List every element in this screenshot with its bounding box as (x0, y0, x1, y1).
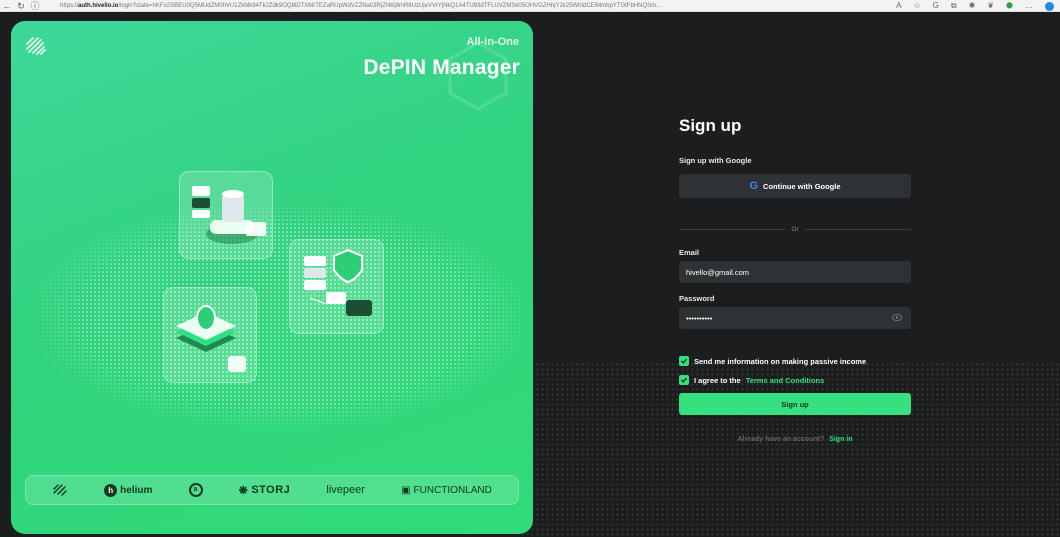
functionland-icon: ▣ (401, 484, 411, 496)
extension-icon[interactable]: ✱ (969, 0, 976, 12)
hero-panel: All-in-One DePIN Manager h helium a ❋ ST… (11, 21, 533, 534)
or-divider: Or (679, 224, 912, 234)
terms-prefix-label: I agree to the (694, 375, 741, 385)
email-field[interactable] (679, 261, 911, 283)
partner-helium-label: helium (120, 484, 153, 496)
sign-up-button[interactable]: Sign up (679, 393, 911, 415)
url-path: /login?state=hKFo2SBEU0Q5MUdZM0hVU1ZkMk9… (118, 2, 662, 9)
divider-line-right (804, 228, 912, 230)
partner-logo-livepeer: livepeer (326, 484, 365, 496)
server-node-illustration (179, 171, 273, 259)
checkmark-icon (681, 377, 688, 383)
helium-icon: h (104, 483, 118, 497)
or-text: Or (791, 225, 799, 233)
email-label: Email (679, 248, 700, 257)
back-arrow-icon[interactable]: ← (0, 0, 14, 12)
terms-checkbox-row[interactable]: I agree to the Terms and Conditions (679, 375, 824, 385)
passive-income-checkbox-row[interactable]: Send me information on making passive in… (679, 356, 866, 366)
hero-subtitle: All-in-One (466, 36, 519, 48)
hivello-logo-icon (26, 37, 46, 55)
partner-logo-hivello (52, 483, 68, 497)
google-signup-label: Sign up with Google (679, 156, 752, 165)
green-extension-icon[interactable]: ⬢ (1006, 0, 1013, 12)
browser-extension-bar: A ☆ G ⧉ ✱ ❦ ⬢ … (896, 0, 1054, 12)
partner-livepeer-label: livepeer (326, 484, 365, 496)
sign-in-link[interactable]: Sign in (829, 436, 852, 443)
storj-icon: ❋ (238, 484, 249, 497)
hero-title: DePIN Manager (363, 56, 520, 79)
browser-toolbar: ← ↻ ⓘ https://auth.hivello.io/login?stat… (0, 0, 1060, 12)
reload-icon[interactable]: ↻ (14, 0, 28, 12)
passive-income-label: Send me information on making passive in… (694, 356, 867, 366)
partner-logos-bar: h helium a ❋ STORJ livepeer ▣ FUNCTIONLA… (25, 475, 519, 505)
hivello-small-logo-icon (53, 484, 67, 496)
copilot-icon[interactable] (1045, 1, 1054, 11)
signin-prompt: Already have an account? (737, 436, 825, 443)
password-label: Password (679, 294, 715, 303)
favorite-star-icon[interactable]: ☆ (913, 0, 920, 12)
favorites-icon[interactable]: ❦ (987, 0, 994, 12)
address-bar[interactable]: https://auth.hivello.io/login?state=hKFo… (60, 1, 860, 11)
world-map-background (520, 362, 1060, 537)
continue-with-google-button[interactable]: G Continue with Google (679, 174, 911, 198)
show-password-eye-icon[interactable] (892, 314, 902, 321)
checkmark-icon (681, 358, 688, 364)
page-title: Sign up (679, 116, 742, 135)
url-host: auth.hivello.io (78, 2, 119, 9)
partner-logo-storj: ❋ STORJ (239, 484, 291, 497)
partner-functionland-label: FUNCTIONLAND (413, 484, 492, 496)
site-info-icon[interactable]: ⓘ (28, 0, 42, 12)
terms-checkbox[interactable] (679, 375, 689, 385)
split-screen-icon[interactable]: ⧉ (951, 0, 957, 12)
cloud-storage-illustration (289, 239, 384, 334)
partner-storj-label: STORJ (251, 484, 291, 496)
terms-and-conditions-link[interactable]: Terms and Conditions (746, 376, 825, 385)
signup-form: Sign up Sign up with Google G Continue w… (679, 116, 912, 443)
google-button-label: Continue with Google (763, 181, 841, 191)
world-map-dots (41, 206, 521, 426)
partner-logo-ring: a (188, 483, 203, 497)
g-extension-icon[interactable]: G (933, 0, 939, 12)
crypto-coin-illustration (163, 287, 257, 383)
google-icon: G (749, 180, 759, 192)
url-prefix: https:// (60, 2, 79, 9)
signin-row: Already have an account? Sign in (679, 436, 911, 443)
more-menu-icon[interactable]: … (1025, 0, 1033, 12)
ring-logo-icon: a (188, 483, 203, 497)
divider-line-left (679, 228, 786, 230)
password-field[interactable] (679, 307, 911, 329)
read-aloud-icon[interactable]: A (896, 0, 901, 12)
passive-income-checkbox[interactable] (679, 356, 689, 366)
partner-logo-functionland: ▣ FUNCTIONLAND (401, 485, 492, 496)
signup-page: All-in-One DePIN Manager h helium a ❋ ST… (0, 12, 1060, 537)
partner-logo-helium: h helium (104, 483, 153, 497)
